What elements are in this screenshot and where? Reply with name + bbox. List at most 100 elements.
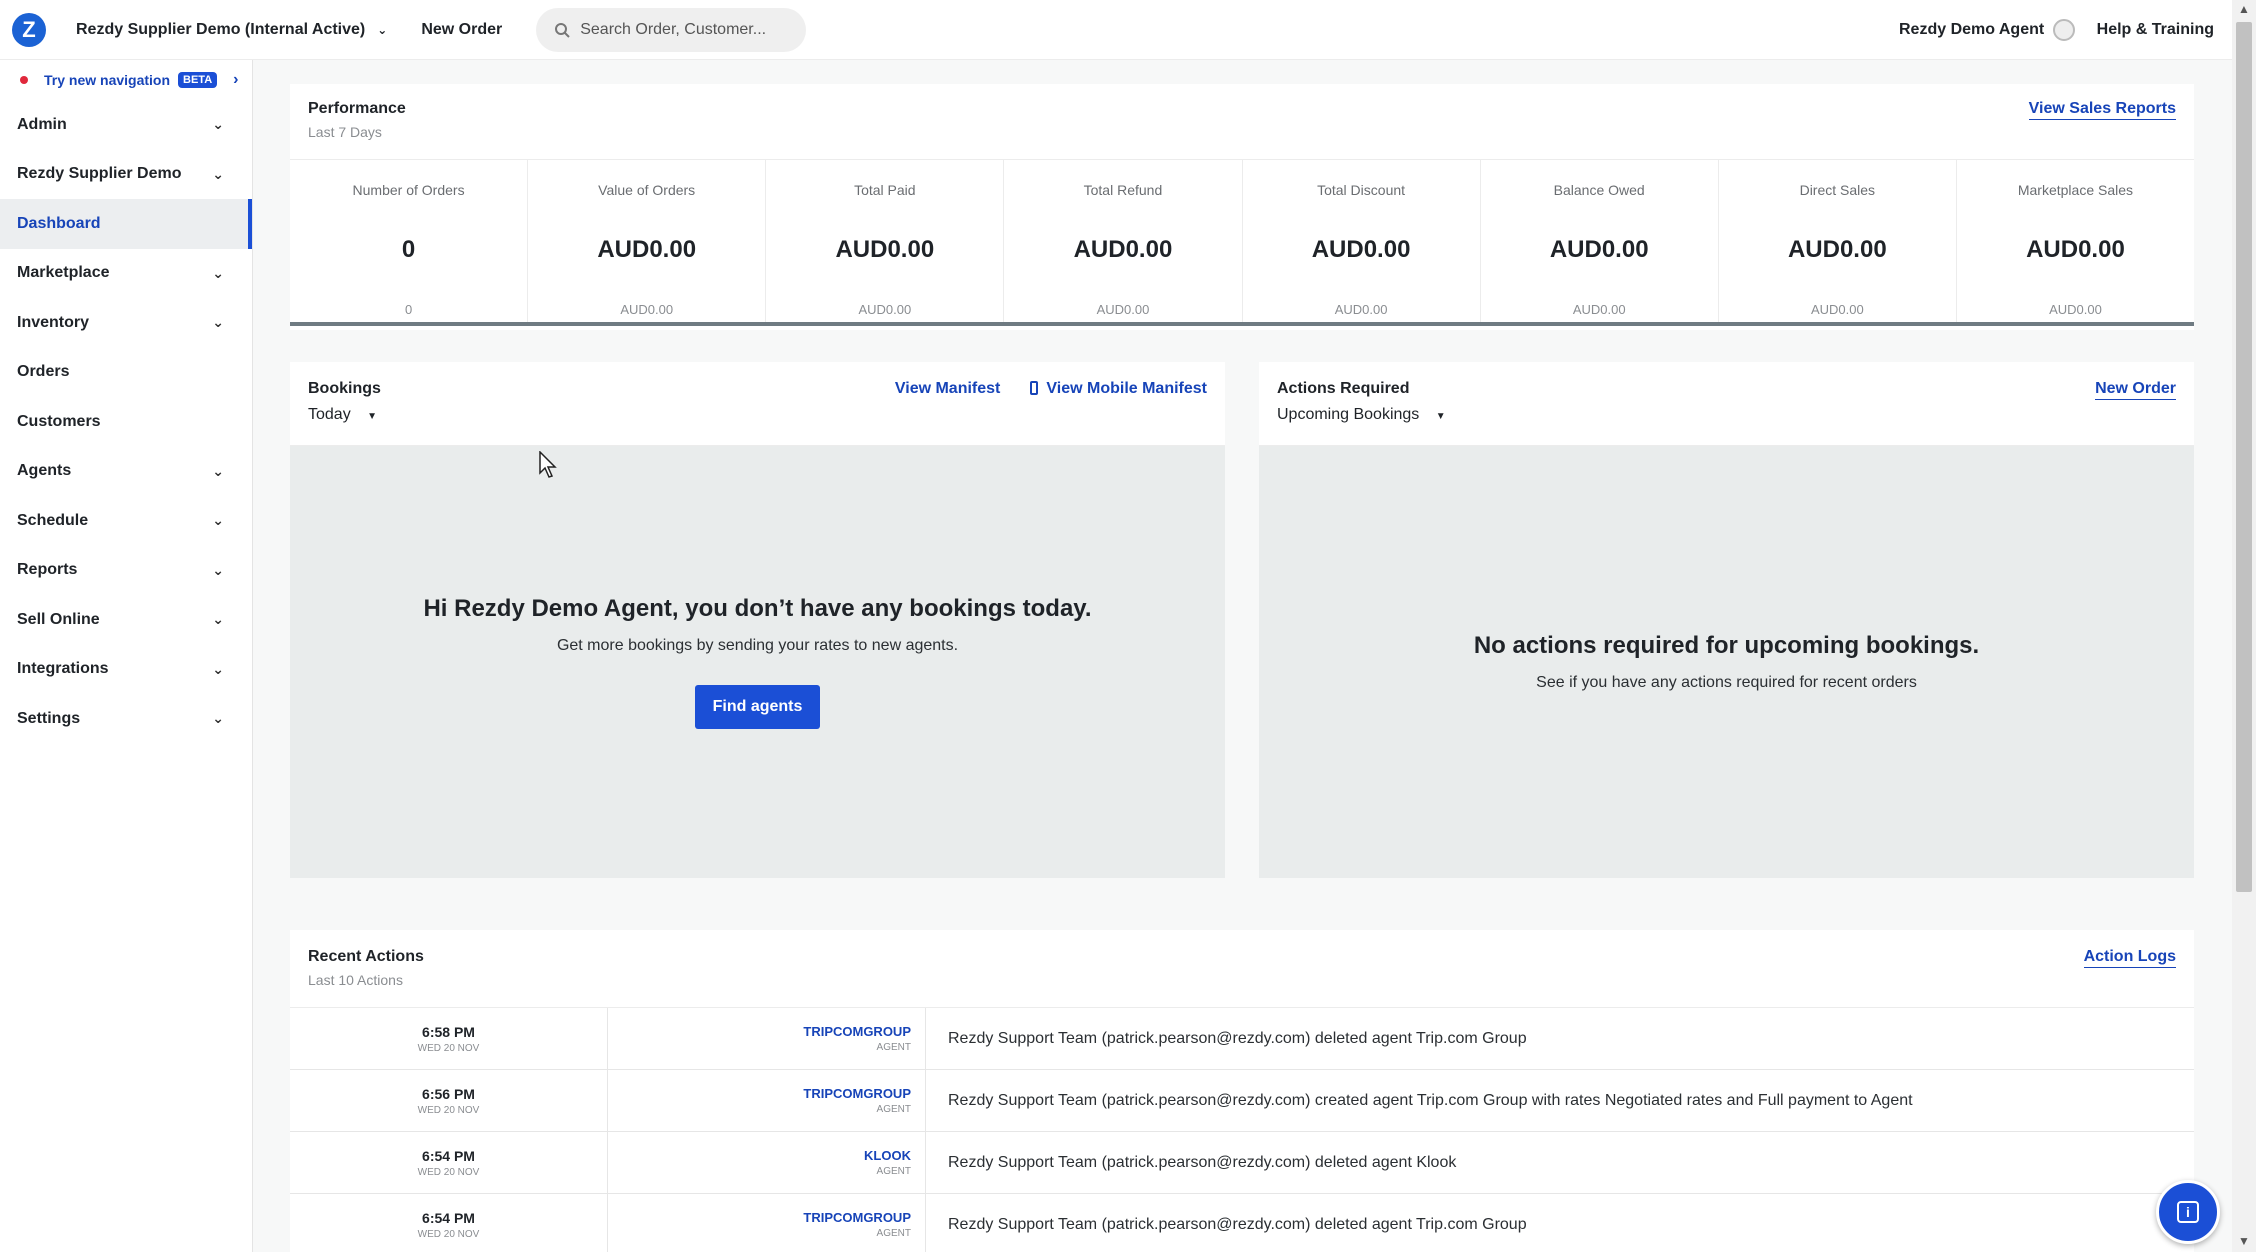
chevron-down-icon: ⌄ [212, 462, 224, 479]
sidebar-item-integrations[interactable]: Integrations ⌄ [0, 645, 252, 695]
view-manifest-link[interactable]: View Manifest [895, 380, 1001, 400]
sidebar-item-agents[interactable]: Agents ⌄ [0, 447, 252, 497]
action-time-cell: 6:58 PM WED 20 NOV [290, 1008, 608, 1069]
metric-marketplace-sales: Marketplace Sales AUD0.00 AUD0.00 [1957, 160, 2194, 322]
beta-badge: BETA [178, 72, 218, 88]
action-date: WED 20 NOV [417, 1042, 480, 1054]
sidebar-item-inventory[interactable]: Inventory ⌄ [0, 298, 252, 348]
sidebar-item-label: Rezdy Supplier Demo [17, 165, 182, 183]
help-chat-button[interactable]: i [2156, 1180, 2220, 1244]
mobile-phone-icon [1030, 381, 1039, 395]
help-training-link[interactable]: Help & Training [2097, 21, 2214, 39]
table-row: 6:54 PM WED 20 NOV KLOOK AGENT Rezdy Support… [290, 1132, 2194, 1194]
recent-actions-subtitle: Last 10 Actions [308, 972, 403, 988]
bookings-filter-value: Today [308, 406, 351, 423]
try-new-navigation[interactable]: Try new navigation BETA › [0, 60, 252, 100]
metric-total-refund: Total Refund AUD0.00 AUD0.00 [1004, 160, 1243, 322]
sidebar-item-orders[interactable]: Orders [0, 348, 252, 398]
metric-label: Balance Owed [1553, 182, 1645, 198]
sidebar-item-reports[interactable]: Reports ⌄ [0, 546, 252, 596]
action-entity-link[interactable]: TRIPCOMGROUP [608, 1086, 911, 1101]
chevron-down-icon: ⌄ [212, 660, 224, 677]
try-nav-label: Try new navigation [44, 72, 171, 88]
sidebar-item-label: Reports [17, 561, 78, 579]
actions-filter-dropdown[interactable]: Upcoming Bookings ▼ [1277, 406, 1446, 424]
view-sales-reports-link[interactable]: View Sales Reports [2028, 100, 2176, 120]
metric-label: Direct Sales [1799, 182, 1876, 198]
actions-empty-state: No actions required for upcoming booking… [1259, 446, 2194, 878]
chevron-down-icon: ⌄ [212, 611, 224, 628]
chevron-down-icon: ⌄ [212, 165, 224, 182]
scrollbar-thumb[interactable] [2236, 22, 2252, 892]
user-menu[interactable]: Rezdy Demo Agent [1899, 18, 2075, 41]
bookings-filter-dropdown[interactable]: Today ▼ [308, 406, 381, 424]
action-message: Rezdy Support Team (patrick.pearson@rezd… [948, 1029, 1527, 1047]
account-name: Rezdy Supplier Demo (Internal Active) [76, 20, 366, 38]
action-time: 6:58 PM [422, 1023, 475, 1040]
action-entity-cell: KLOOK AGENT [608, 1132, 926, 1193]
scroll-up-icon[interactable]: ▲ [2236, 2, 2252, 18]
metric-prev: AUD0.00 [1810, 302, 1864, 317]
action-time: 6:54 PM [422, 1209, 475, 1226]
find-agents-button[interactable]: Find agents [694, 685, 821, 729]
action-entity-link[interactable]: KLOOK [608, 1148, 911, 1163]
performance-card: Performance Last 7 Days View Sales Repor… [290, 84, 2194, 330]
metric-total-discount: Total Discount AUD0.00 AUD0.00 [1243, 160, 1481, 322]
scroll-down-icon[interactable]: ▼ [2236, 1234, 2252, 1250]
table-row: 6:58 PM WED 20 NOV TRIPCOMGROUP AGENT Rezdy … [290, 1008, 2194, 1070]
chevron-down-icon: ⌄ [212, 512, 224, 529]
action-logs-link[interactable]: Action Logs [2083, 948, 2176, 968]
new-order-button[interactable]: New Order [421, 21, 502, 39]
metric-value: AUD0.00 [597, 236, 697, 263]
action-entity-link[interactable]: TRIPCOMGROUP [608, 1024, 911, 1039]
sidebar-item-settings[interactable]: Settings ⌄ [0, 694, 252, 744]
actions-empty-title: No actions required for upcoming booking… [1473, 632, 1980, 659]
account-switcher[interactable]: Rezdy Supplier Demo (Internal Active) ⌄ [76, 21, 387, 39]
action-entity-link[interactable]: TRIPCOMGROUP [608, 1210, 911, 1225]
sidebar-item-label: Sell Online [17, 610, 100, 628]
chevron-down-icon: ⌄ [212, 561, 224, 578]
metric-direct-sales: Direct Sales AUD0.00 AUD0.00 [1719, 160, 1957, 322]
sidebar-item-label: Schedule [17, 511, 89, 529]
metric-prev: 0 [404, 302, 413, 317]
action-entity-type: AGENT [876, 1104, 911, 1115]
sidebar-item-label: Integrations [17, 660, 109, 678]
sidebar-item-customers[interactable]: Customers [0, 397, 252, 447]
sidebar-item-rezdy-supplier-demo[interactable]: Rezdy Supplier Demo ⌄ [0, 150, 252, 200]
metric-prev: AUD0.00 [620, 302, 674, 317]
table-row: 6:54 PM WED 20 NOV TRIPCOMGROUP AGENT Rezdy … [290, 1194, 2194, 1252]
sidebar-item-label: Admin [17, 115, 67, 133]
sidebar-item-schedule[interactable]: Schedule ⌄ [0, 496, 252, 546]
top-bar: Z Rezdy Supplier Demo (Internal Active) … [0, 0, 2232, 60]
metric-value: AUD0.00 [1787, 236, 1887, 263]
action-date: WED 20 NOV [417, 1228, 480, 1240]
action-message: Rezdy Support Team (patrick.pearson@rezd… [948, 1091, 1913, 1109]
bookings-empty-subtitle: Get more bookings by sending your rates … [556, 637, 959, 654]
new-order-link[interactable]: New Order [2095, 380, 2176, 400]
metric-prev: AUD0.00 [1096, 302, 1150, 317]
sidebar-item-dashboard[interactable]: Dashboard [0, 199, 252, 249]
metric-value: AUD0.00 [2026, 236, 2125, 263]
sidebar-item-marketplace[interactable]: Marketplace ⌄ [0, 249, 252, 299]
bookings-empty-state: Hi Rezdy Demo Agent, you don’t have any … [290, 446, 1225, 878]
sidebar-item-admin[interactable]: Admin ⌄ [0, 100, 252, 150]
sidebar-item-label: Orders [17, 363, 70, 381]
metric-prev: AUD0.00 [858, 302, 912, 317]
page-scrollbar[interactable]: ▲ ▼ [2232, 0, 2256, 1252]
sidebar-item-label: Agents [17, 462, 72, 480]
action-message: Rezdy Support Team (patrick.pearson@rezd… [948, 1153, 1457, 1171]
action-date: WED 20 NOV [417, 1166, 480, 1178]
rezdy-logo-icon[interactable]: Z [12, 12, 46, 47]
action-time-cell: 6:56 PM WED 20 NOV [290, 1070, 608, 1131]
view-mobile-manifest-link[interactable]: View Mobile Manifest [1030, 380, 1207, 398]
metric-value: AUD0.00 [1311, 236, 1411, 263]
user-name: Rezdy Demo Agent [1899, 20, 2045, 38]
sidebar-item-label: Dashboard [17, 214, 101, 232]
avatar [2052, 18, 2075, 41]
metric-value-of-orders: Value of Orders AUD0.00 AUD0.00 [528, 160, 767, 322]
sidebar-item-sell-online[interactable]: Sell Online ⌄ [0, 595, 252, 645]
metric-value: 0 [401, 236, 416, 263]
action-time: 6:56 PM [422, 1085, 475, 1102]
search-input[interactable]: Search Order, Customer... [536, 7, 807, 52]
action-entity-type: AGENT [876, 1228, 911, 1239]
